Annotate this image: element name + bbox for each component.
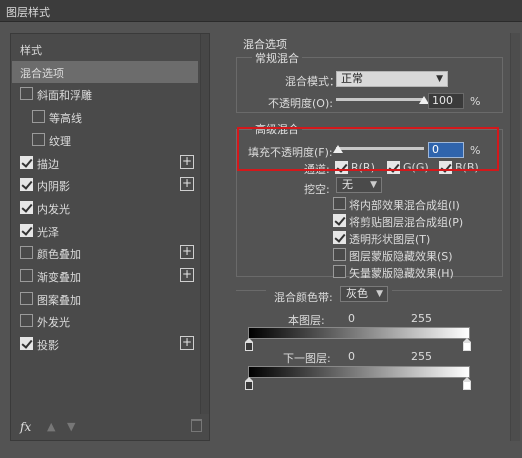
- style-item-checkbox[interactable]: [20, 178, 33, 192]
- blend-if-divider-left: [236, 290, 266, 291]
- arrow-up-icon[interactable]: ▲: [47, 420, 55, 433]
- style-item-checkbox[interactable]: [20, 269, 33, 282]
- style-item-checkbox[interactable]: [20, 155, 33, 169]
- advanced-option-label: 透明形状图层(T): [349, 233, 431, 246]
- style-item-label: 描边: [37, 157, 59, 171]
- underlying-layer-white-slider[interactable]: [463, 377, 471, 390]
- style-item[interactable]: 纹理: [12, 129, 198, 151]
- advanced-option-label: 将剪贴图层混合成组(P): [349, 216, 464, 229]
- style-item-checkbox[interactable]: [20, 200, 33, 214]
- plus-icon[interactable]: +: [180, 336, 194, 351]
- advanced-option-label: 将内部效果混合成组(I): [349, 199, 460, 212]
- opacity-label: 不透明度(O):: [268, 97, 333, 110]
- style-item[interactable]: 渐变叠加 +: [12, 265, 198, 287]
- styles-list-scrollbar[interactable]: [200, 34, 209, 414]
- underlying-layer-gradient: [248, 366, 470, 378]
- this-layer-label: 本图层:: [288, 314, 325, 327]
- advanced-option-checkbox[interactable]: [333, 231, 346, 244]
- blend-if-label: 混合颜色带:: [274, 291, 333, 304]
- general-blending-legend: 常规混合: [252, 50, 302, 66]
- opacity-slider-track[interactable]: [336, 98, 424, 101]
- trash-icon[interactable]: [191, 419, 202, 432]
- style-item-checkbox[interactable]: [20, 314, 33, 328]
- style-item-label: 等高线: [49, 112, 82, 126]
- opacity-input[interactable]: 100: [428, 93, 464, 109]
- style-item-checkbox[interactable]: [32, 132, 45, 146]
- blend-mode-value: 正常: [341, 72, 363, 85]
- blend-if-value: 灰色: [346, 287, 368, 300]
- underlying-layer-label: 下一图层:: [283, 352, 331, 365]
- style-item[interactable]: 等高线: [12, 106, 198, 128]
- highlight-box: [237, 127, 499, 171]
- opacity-unit: %: [470, 95, 481, 108]
- options-scrollbar[interactable]: [510, 33, 520, 441]
- advanced-option-checkbox[interactable]: [333, 265, 346, 278]
- fx-button[interactable]: fx: [20, 420, 31, 434]
- style-item-label: 内发光: [37, 202, 70, 216]
- advanced-option-checkbox[interactable]: [333, 248, 346, 261]
- window-title: 图层样式: [6, 6, 50, 19]
- plus-icon[interactable]: +: [180, 177, 194, 192]
- style-item[interactable]: 样式: [12, 38, 198, 60]
- advanced-option-checkbox[interactable]: [333, 197, 346, 210]
- style-item[interactable]: 光泽: [12, 220, 198, 242]
- style-item[interactable]: 颜色叠加 +: [12, 242, 198, 264]
- advanced-option-checkbox[interactable]: [333, 214, 346, 227]
- style-item-label: 样式: [20, 44, 42, 57]
- plus-icon[interactable]: +: [180, 268, 194, 282]
- this-layer-white-slider[interactable]: [463, 338, 471, 351]
- title-bar: 图层样式: [0, 0, 522, 22]
- style-item-label: 颜色叠加: [37, 248, 81, 262]
- chevron-down-icon: ▼: [376, 289, 383, 299]
- chevron-down-icon: ▼: [436, 74, 443, 84]
- style-item[interactable]: 斜面和浮雕: [12, 83, 198, 105]
- knockout-value: 无: [342, 178, 353, 191]
- underlying-layer-min: 0: [348, 350, 355, 363]
- knockout-select[interactable]: 无 ▼: [336, 177, 382, 193]
- style-item[interactable]: 投影 +: [12, 333, 198, 355]
- knockout-label: 挖空:: [304, 183, 330, 196]
- underlying-layer-max: 255: [411, 350, 432, 363]
- styles-list-panel: 样式混合选项斜面和浮雕等高线纹理描边 + 内阴影 + 内发光光泽颜色叠加 + 渐变叠加 + 图案…: [10, 33, 210, 441]
- style-item-label: 图案叠加: [37, 293, 81, 307]
- blend-mode-select[interactable]: 正常 ▼: [336, 71, 448, 87]
- this-layer-black-slider[interactable]: [245, 338, 253, 351]
- underlying-layer-black-slider[interactable]: [245, 377, 253, 390]
- style-item[interactable]: 图案叠加: [12, 288, 198, 310]
- style-item-checkbox[interactable]: [20, 223, 33, 237]
- plus-icon[interactable]: +: [180, 154, 194, 169]
- chevron-down-icon: ▼: [370, 180, 377, 190]
- style-item-label: 投影: [37, 339, 59, 353]
- style-item-checkbox[interactable]: [20, 291, 33, 305]
- style-item-checkbox[interactable]: [32, 110, 45, 124]
- style-item-label: 斜面和浮雕: [37, 89, 92, 103]
- arrow-down-icon[interactable]: ▼: [67, 420, 75, 433]
- style-item-checkbox[interactable]: [20, 337, 33, 351]
- style-item[interactable]: 内发光: [12, 197, 198, 219]
- style-item-checkbox[interactable]: [20, 246, 33, 260]
- this-layer-gradient: [248, 327, 470, 339]
- style-item[interactable]: 内阴影 +: [12, 174, 198, 196]
- style-item-label: 光泽: [37, 225, 59, 239]
- plus-icon[interactable]: +: [180, 245, 194, 260]
- style-item-label: 渐变叠加: [37, 271, 81, 284]
- style-item-label: 内阴影: [37, 180, 70, 194]
- this-layer-max: 255: [411, 312, 432, 325]
- this-layer-min: 0: [348, 312, 355, 325]
- blend-mode-label: 混合模式：: [285, 75, 340, 88]
- style-item-label: 混合选项: [20, 66, 64, 80]
- style-item[interactable]: 混合选项: [12, 60, 198, 83]
- style-item[interactable]: 描边 +: [12, 152, 198, 174]
- advanced-option-label: 图层蒙版隐藏效果(S): [349, 250, 453, 263]
- advanced-option-label: 矢量蒙版隐藏效果(H): [349, 267, 454, 280]
- blend-if-select[interactable]: 灰色 ▼: [340, 286, 388, 302]
- style-item-label: 纹理: [49, 134, 71, 148]
- style-item-label: 外发光: [37, 316, 70, 330]
- style-item[interactable]: 外发光: [12, 310, 198, 332]
- styles-list-footer: fx ▲ ▼: [11, 414, 209, 440]
- style-item-checkbox[interactable]: [20, 87, 33, 101]
- blend-if-divider-right: [392, 290, 502, 291]
